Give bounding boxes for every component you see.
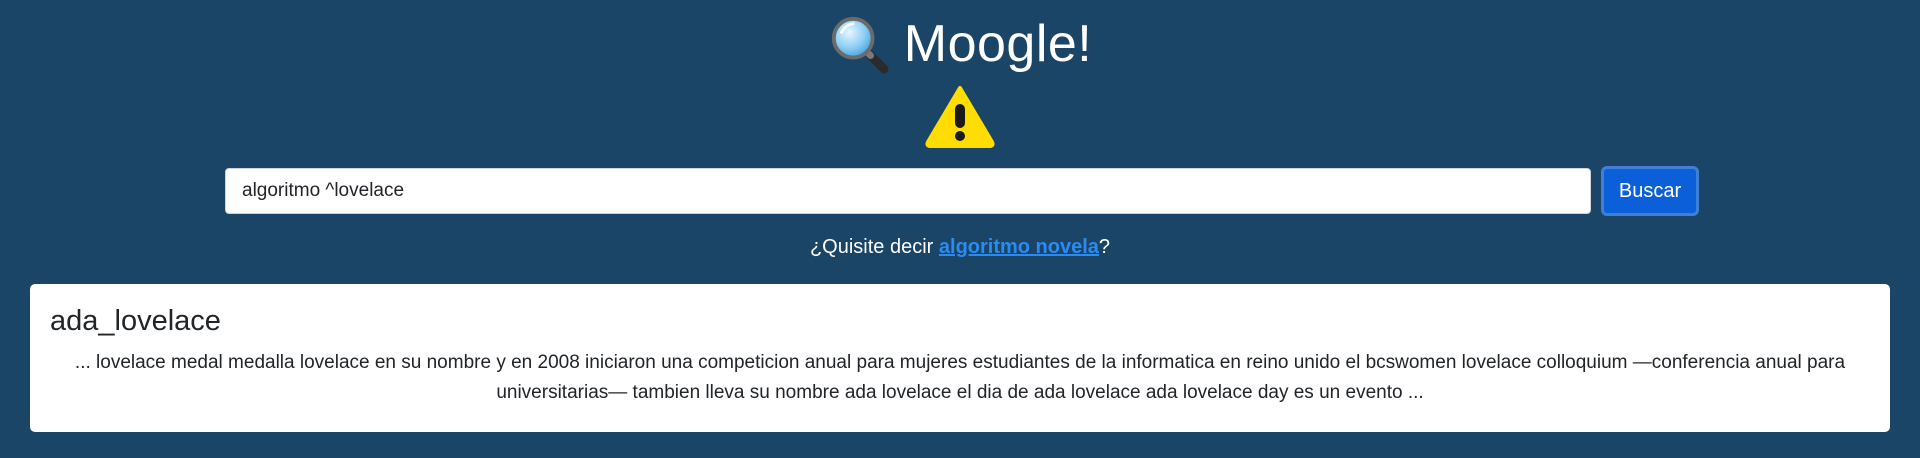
result-title[interactable]: ada_lovelace [50,305,1870,338]
magnifying-glass-icon [831,16,889,74]
result-snippet: ... lovelace medal medalla lovelace en s… [74,351,1846,403]
suggestion-link[interactable]: algoritmo novela [939,236,1099,258]
search-bar: Buscar [225,166,1699,216]
suggestion-prefix: ¿Quisite decir [809,236,939,258]
suggestion-suffix: ? [1098,236,1111,258]
warning-icon [925,86,995,148]
search-button[interactable]: Buscar [1601,166,1699,216]
search-input[interactable] [225,168,1591,214]
app-title: Moogle! [903,15,1093,73]
spelling-suggestion: ¿Quisite decir algoritmo novela? [0,236,1920,259]
result-card: ada_lovelace ... lovelace medal medalla … [30,284,1890,432]
page-header: Moogle! [0,8,1920,80]
